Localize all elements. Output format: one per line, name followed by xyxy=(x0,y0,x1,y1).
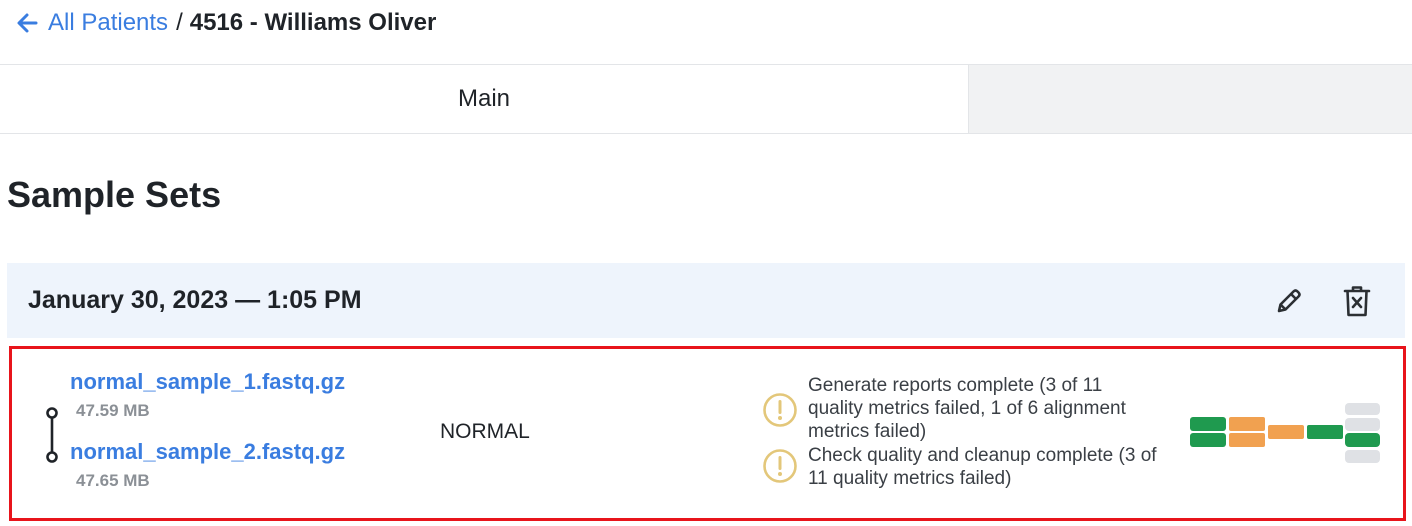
sample-file-size: 47.59 MB xyxy=(76,401,150,420)
edit-sample-set-button[interactable] xyxy=(1271,283,1307,319)
pipeline-step xyxy=(1345,418,1380,431)
pipeline-step xyxy=(1345,450,1380,463)
back-link-label: All Patients xyxy=(48,9,169,36)
tab-bar: Main xyxy=(0,64,1412,134)
pipeline-status: Generate reports complete (3 of 11 quali… xyxy=(762,374,1158,443)
sample-set-header: January 30, 2023 — 1:05 PM xyxy=(7,263,1405,338)
sample-file-link[interactable]: normal_sample_1.fastq.gz xyxy=(70,369,345,395)
warning-circle-icon xyxy=(763,449,797,483)
arrow-left-icon xyxy=(17,13,38,33)
sample-set-actions xyxy=(1271,283,1375,319)
trash-x-icon xyxy=(1343,285,1371,316)
pipeline-step xyxy=(1229,433,1265,447)
patient-title: 4516 - Williams Oliver xyxy=(189,9,437,36)
pencil-icon xyxy=(1277,288,1301,312)
delete-sample-set-button[interactable] xyxy=(1339,283,1375,319)
sample-row: normal_sample_1.fastq.gz 47.59 MB normal… xyxy=(9,346,1406,521)
breadcrumb: All Patients / 4516 - Williams Oliver xyxy=(16,6,436,40)
pipeline-step xyxy=(1345,433,1380,447)
pipeline-status-text: Generate reports complete (3 of 11 quali… xyxy=(808,375,1126,442)
pipeline-step xyxy=(1268,425,1304,439)
warning-circle-icon xyxy=(763,393,797,427)
tab-main[interactable]: Main xyxy=(0,65,969,133)
pipeline-step xyxy=(1190,417,1226,431)
sample-file-link[interactable]: normal_sample_2.fastq.gz xyxy=(70,439,345,465)
tab-secondary[interactable] xyxy=(969,65,1412,133)
pipeline-status: Check quality and cleanup complete (3 of… xyxy=(762,444,1158,490)
pipeline-status-text: Check quality and cleanup complete (3 of… xyxy=(808,445,1157,489)
sample-file: normal_sample_2.fastq.gz 47.65 MB xyxy=(70,439,345,491)
back-to-all-patients-link[interactable]: All Patients xyxy=(16,9,168,37)
pipeline-progress-diagram[interactable] xyxy=(1188,401,1382,465)
sample-file: normal_sample_1.fastq.gz 47.59 MB xyxy=(70,369,345,421)
pipeline-step xyxy=(1229,417,1265,431)
paired-files-connector-icon xyxy=(46,407,58,463)
sample-type-label: NORMAL xyxy=(440,420,530,443)
tab-main-label: Main xyxy=(457,85,511,112)
pipeline-step xyxy=(1190,433,1226,447)
pipeline-step xyxy=(1345,403,1380,415)
pipeline-step xyxy=(1307,425,1343,439)
breadcrumb-separator: / xyxy=(176,9,183,36)
sample-set-date: January 30, 2023 — 1:05 PM xyxy=(28,286,362,314)
sample-file-size: 47.65 MB xyxy=(76,471,150,490)
section-title: Sample Sets xyxy=(7,174,222,215)
